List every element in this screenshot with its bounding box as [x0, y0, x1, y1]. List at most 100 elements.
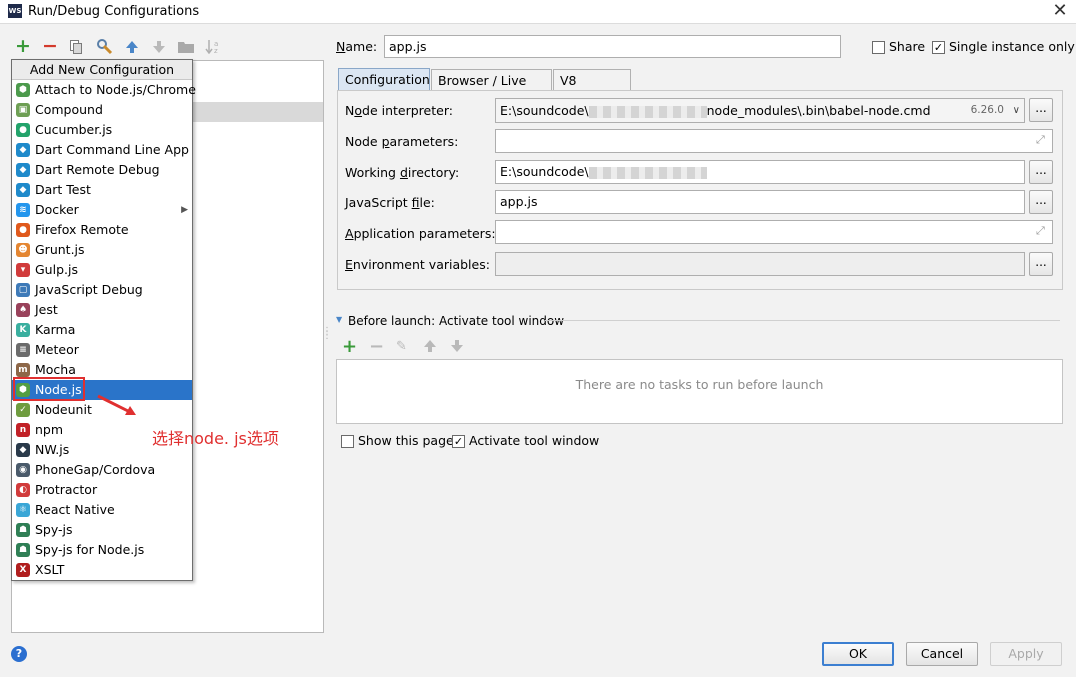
ok-button[interactable]: OK [822, 642, 894, 666]
node-parameters-input[interactable] [495, 129, 1053, 153]
attach-node-icon: ⬢ [16, 83, 30, 97]
before-launch-task-list[interactable]: There are no tasks to run before launch [336, 359, 1063, 424]
working-directory-value: E:\soundcode\ [500, 164, 589, 179]
move-down-icon[interactable] [152, 40, 166, 54]
menu-item-xslt[interactable]: X XSLT [12, 560, 192, 580]
close-icon[interactable]: ✕ [1050, 1, 1070, 21]
compound-icon: ▣ [16, 103, 30, 117]
spyjs-node-icon: ☗ [16, 543, 30, 557]
docker-icon: ≋ [16, 203, 30, 217]
nodeunit-icon: ✓ [16, 403, 30, 417]
xslt-icon: X [16, 563, 30, 577]
npm-icon: n [16, 423, 30, 437]
menu-item-label: Firefox Remote [35, 222, 129, 237]
menu-item-label: PhoneGap/Cordova [35, 462, 156, 477]
tab-v8-profiling[interactable]: V8 Profiling [553, 69, 631, 109]
folder-icon[interactable] [178, 40, 194, 53]
javascript-file-label: JavaScript file: [345, 195, 435, 210]
edit-defaults-icon[interactable] [97, 39, 113, 55]
remove-icon[interactable]: − [41, 37, 59, 56]
menu-item-attach-to-node-js-chrome[interactable]: ⬢ Attach to Node.js/Chrome [12, 80, 196, 100]
tab-configuration[interactable]: Configuration [338, 68, 430, 90]
application-parameters-label: Application parameters: [345, 226, 496, 241]
menu-item-spy-js-for-node-js[interactable]: ☗ Spy-js for Node.js [12, 540, 192, 560]
working-directory-browse-button[interactable]: ... [1029, 160, 1053, 184]
help-icon[interactable]: ? [11, 646, 27, 662]
protractor-icon: ◐ [16, 483, 30, 497]
copy-icon[interactable] [70, 40, 82, 54]
menu-item-react-native[interactable]: ⚛ React Native [12, 500, 192, 520]
sort-icon[interactable]: az [205, 38, 221, 55]
tab-browser-live-edit[interactable]: Browser / Live Edit [431, 69, 552, 109]
empty-tasks-message: There are no tasks to run before launch [575, 377, 824, 392]
single-instance-checkbox[interactable]: ✓ [932, 41, 945, 54]
edit-task-icon[interactable]: ✎ [396, 339, 407, 354]
menu-item-label: npm [35, 422, 64, 437]
menu-item-dart-command-line-app[interactable]: ◆ Dart Command Line App [12, 140, 192, 160]
name-input[interactable]: app.js [384, 35, 841, 58]
jest-icon: ♠ [16, 303, 30, 317]
before-launch-title[interactable]: Before launch: Activate tool window [348, 314, 564, 328]
dart-remote-icon: ◆ [16, 163, 30, 177]
application-parameters-input[interactable] [495, 220, 1053, 244]
menu-item-label: Jest [35, 302, 58, 317]
dart-icon: ◆ [16, 143, 30, 157]
share-label: Share [889, 39, 926, 54]
gulp-icon: ▾ [16, 263, 30, 277]
menu-item-firefox-remote[interactable]: ● Firefox Remote [12, 220, 192, 240]
share-checkbox[interactable] [872, 41, 885, 54]
redacted-path [588, 105, 707, 118]
javascript-file-input[interactable]: app.js [495, 190, 1025, 214]
node-interpreter-select[interactable]: E:\soundcode\ node_modules\.bin\babel-nod… [495, 98, 1025, 123]
environment-variables-browse-button[interactable]: ... [1029, 252, 1053, 276]
menu-item-label: Gulp.js [35, 262, 78, 277]
task-move-down-icon[interactable] [450, 339, 464, 353]
task-move-up-icon[interactable] [423, 339, 437, 353]
cancel-button[interactable]: Cancel [906, 642, 978, 666]
activate-tool-window-checkbox[interactable]: ✓ [452, 435, 465, 448]
menu-item-javascript-debug[interactable]: ▢ JavaScript Debug [12, 280, 192, 300]
javascript-file-browse-button[interactable]: ... [1029, 190, 1053, 214]
menu-item-karma[interactable]: K Karma [12, 320, 192, 340]
menu-item-phonegap-cordova[interactable]: ◉ PhoneGap/Cordova [12, 460, 192, 480]
menu-item-jest[interactable]: ♠ Jest [12, 300, 192, 320]
splitter-handle[interactable]: ⋮ ⋮ [322, 327, 332, 341]
submenu-arrow-icon: ▶ [181, 205, 188, 215]
menu-item-label: Dart Test [35, 182, 91, 197]
menu-item-label: XSLT [35, 562, 65, 577]
menu-item-label: Grunt.js [35, 242, 85, 257]
move-up-icon[interactable] [125, 40, 139, 54]
menu-item-compound[interactable]: ▣ Compound [12, 100, 192, 120]
remove-task-icon[interactable]: − [369, 336, 384, 357]
environment-variables-input[interactable] [495, 252, 1025, 276]
show-this-page-checkbox[interactable] [341, 435, 354, 448]
menu-item-docker[interactable]: ≋ Docker ▶ [12, 200, 192, 220]
apply-button[interactable]: Apply [990, 642, 1062, 666]
menu-item-protractor[interactable]: ◐ Protractor [12, 480, 192, 500]
menu-item-label: Mocha [35, 362, 76, 377]
single-instance-label: Single instance only [949, 39, 1075, 54]
menu-item-meteor[interactable]: ≡ Meteor [12, 340, 192, 360]
working-directory-label: Working directory: [345, 165, 460, 180]
menu-item-gulp-js[interactable]: ▾ Gulp.js [12, 260, 192, 280]
node-interpreter-browse-button[interactable]: ... [1029, 98, 1053, 122]
menu-item-dart-remote-debug[interactable]: ◆ Dart Remote Debug [12, 160, 192, 180]
chevron-down-icon: ∨ [1012, 105, 1020, 116]
add-icon[interactable]: + [14, 37, 32, 56]
collapse-triangle-icon[interactable]: ▼ [336, 315, 342, 324]
expand-icon[interactable]: ⤢ [1036, 224, 1045, 238]
menu-item-spy-js[interactable]: ☗ Spy-js [12, 520, 192, 540]
menu-item-dart-test[interactable]: ◆ Dart Test [12, 180, 192, 200]
working-directory-input[interactable]: E:\soundcode\ [495, 160, 1025, 184]
add-task-icon[interactable]: + [342, 336, 357, 357]
karma-icon: K [16, 323, 30, 337]
menu-item-label: Dart Command Line App [35, 142, 189, 157]
menu-item-label: Docker [35, 202, 79, 217]
cucumber-icon: ● [16, 123, 30, 137]
menu-item-cucumber-js[interactable]: ● Cucumber.js [12, 120, 192, 140]
meteor-icon: ≡ [16, 343, 30, 357]
menu-item-grunt-js[interactable]: ☻ Grunt.js [12, 240, 192, 260]
expand-icon[interactable]: ⤢ [1036, 133, 1045, 147]
spyjs-icon: ☗ [16, 523, 30, 537]
nwjs-icon: ◆ [16, 443, 30, 457]
